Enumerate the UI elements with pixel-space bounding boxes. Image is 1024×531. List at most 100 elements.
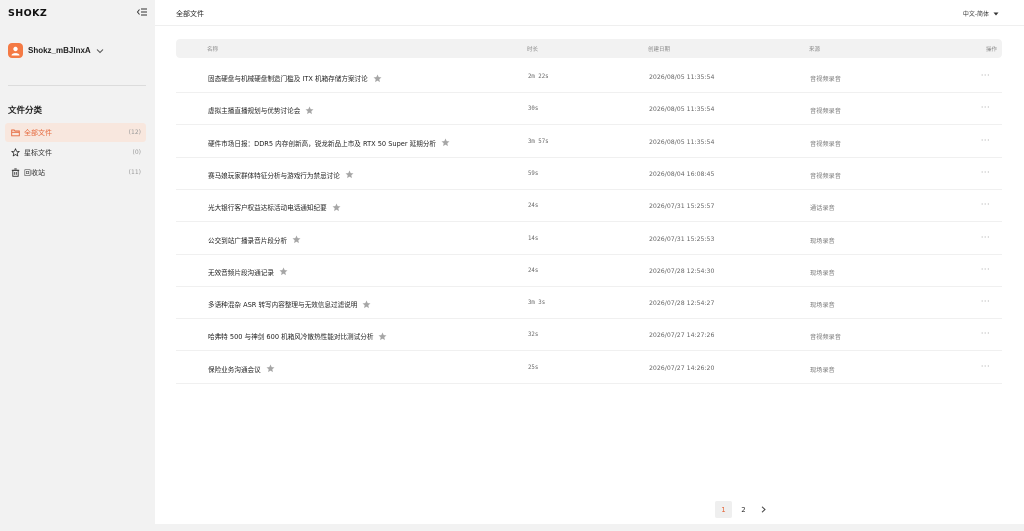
sidebar-item-count: (0) <box>132 149 142 156</box>
more-actions-icon[interactable]: ··· <box>981 265 990 274</box>
more-actions-icon[interactable]: ··· <box>981 297 990 306</box>
table-row[interactable]: 光大银行客户权益达标活动电话通知纪要 24s 2026/07/31 15:25:57… <box>176 190 1002 223</box>
column-header-duration[interactable]: 时长 <box>527 45 538 53</box>
duration: 59s <box>528 170 539 177</box>
table-row[interactable]: 固态硬盘与机械硬盘制造门槛及 ITX 机箱存储方案讨论 2m 22s 2026/08… <box>176 61 1002 93</box>
star-icon[interactable] <box>441 138 450 147</box>
main-panel: 全部文件 中文-简体 名称 时长 创建日期 来源 操作 固态硬盘与机械硬盘制造门… <box>155 0 1024 524</box>
next-page-button[interactable] <box>755 501 772 518</box>
duration: 24s <box>528 267 539 274</box>
source: 现场录音 <box>810 302 835 310</box>
duration: 32s <box>528 332 539 339</box>
more-actions-icon[interactable]: ··· <box>981 200 990 209</box>
file-name[interactable]: 固态硬盘与机械硬盘制造门槛及 ITX 机箱存储方案讨论 <box>208 73 382 83</box>
table-row[interactable]: 无效音频片段沟通记录 24s 2026/07/28 12:54:30 现场录音 ··· <box>176 255 1002 287</box>
star-icon[interactable] <box>292 235 301 244</box>
star-icon[interactable] <box>279 267 288 276</box>
table-row[interactable]: 虚拟主播直播规划与优势讨论会 30s 2026/08/05 11:35:54 音视频录… <box>176 93 1002 126</box>
more-actions-icon[interactable]: ··· <box>981 233 990 242</box>
source: 通话录音 <box>810 205 835 213</box>
more-actions-icon[interactable]: ··· <box>981 103 990 112</box>
star-icon[interactable] <box>266 364 275 373</box>
table-row[interactable]: 哈弗特 500 与神剑 600 机箱风冷散热性能对比测试分析 32s 2026/07… <box>176 319 1002 352</box>
source: 音视频录音 <box>810 108 841 116</box>
source: 音视频录音 <box>810 334 841 342</box>
source: 音视频录音 <box>810 76 841 83</box>
sidebar-item-count: (11) <box>128 169 141 176</box>
star-icon[interactable] <box>362 300 371 309</box>
file-name[interactable]: 光大银行客户权益达标活动电话通知纪要 <box>208 202 341 212</box>
more-actions-icon[interactable]: ··· <box>981 71 990 80</box>
chevron-right-icon <box>761 506 766 513</box>
table-row[interactable]: 公交到站广播录音片段分析 14s 2026/07/31 15:25:53 现场录音 ··… <box>176 223 1002 255</box>
sidebar-item-label: 回收站 <box>24 168 45 177</box>
file-name-text[interactable]: 公交到站广播录音片段分析 <box>208 235 287 245</box>
language-selector[interactable]: 中文-简体 <box>963 9 999 18</box>
created-date: 2026/08/05 11:35:54 <box>649 106 715 114</box>
source: 现场录音 <box>810 237 835 245</box>
column-header-actions: 操作 <box>985 47 997 53</box>
star-icon[interactable] <box>373 74 382 83</box>
file-name-text[interactable]: 赛马娘玩家群体特征分析与游戏行为禁忌讨论 <box>208 170 340 180</box>
file-name-text[interactable]: 无效音频片段沟通记录 <box>208 267 274 277</box>
duration: 24s <box>528 203 539 210</box>
star-icon[interactable] <box>332 203 341 212</box>
sidebar-item-starred[interactable]: 星标文件 (0) <box>5 143 146 162</box>
created-date: 2026/08/05 11:35:54 <box>649 138 715 146</box>
duration: 14s <box>528 235 539 242</box>
user-name: Shokz_mBJlnxA <box>28 46 91 55</box>
sidebar-item-label: 星标文件 <box>24 148 52 157</box>
created-date: 2026/07/27 14:26:20 <box>649 364 715 372</box>
file-name-text[interactable]: 固态硬盘与机械硬盘制造门槛及 ITX 机箱存储方案讨论 <box>208 73 368 83</box>
table-row[interactable]: 保险业务沟通会议 25s 2026/07/27 14:26:20 现场录音 ··· <box>176 352 1002 384</box>
duration: 3m 57s <box>528 138 549 145</box>
duration: 25s <box>528 364 539 371</box>
more-actions-icon[interactable]: ··· <box>981 329 990 338</box>
sidebar-item-label: 全部文件 <box>24 128 52 137</box>
more-actions-icon[interactable]: ··· <box>981 136 990 145</box>
file-name[interactable]: 赛马娘玩家群体特征分析与游戏行为禁忌讨论 <box>208 170 354 180</box>
more-actions-icon[interactable]: ··· <box>981 168 990 177</box>
star-icon[interactable] <box>305 106 314 115</box>
created-date: 2026/07/27 14:27:26 <box>649 332 715 340</box>
file-name[interactable]: 哈弗特 500 与神剑 600 机箱风冷散热性能对比测试分析 <box>208 331 387 341</box>
table-row[interactable]: 多语种混杂 ASR 转写内容整理与无效信息过滤说明 3m 3s 2026/07/28… <box>176 287 1002 320</box>
file-name[interactable]: 无效音频片段沟通记录 <box>208 267 288 277</box>
sidebar-item-all-files[interactable]: 全部文件 (12) <box>5 123 146 142</box>
file-name[interactable]: 保险业务沟通会议 <box>208 364 275 374</box>
duration: 3m 3s <box>528 300 546 307</box>
created-date: 2026/07/31 15:25:57 <box>649 203 715 211</box>
file-name[interactable]: 公交到站广播录音片段分析 <box>208 235 301 245</box>
duration: 2m 22s <box>528 74 549 80</box>
file-name-text[interactable]: 硬件市场日报：DDR5 内存创新高，锐龙新品上市及 RTX 50 Super 延… <box>208 138 436 148</box>
file-name-text[interactable]: 保险业务沟通会议 <box>208 364 261 374</box>
more-actions-icon[interactable]: ··· <box>981 362 990 371</box>
source: 音视频录音 <box>810 172 841 180</box>
source: 现场录音 <box>810 366 835 374</box>
file-name[interactable]: 虚拟主播直播规划与优势讨论会 <box>208 105 314 115</box>
column-header-created-date[interactable]: 创建日期 <box>648 45 670 53</box>
sidebar-item-count: (12) <box>128 129 141 136</box>
category-title: 文件分类 <box>8 106 43 116</box>
trash-icon <box>11 168 20 177</box>
collapse-sidebar-icon[interactable] <box>136 6 148 18</box>
table-row[interactable]: 赛马娘玩家群体特征分析与游戏行为禁忌讨论 59s 2026/08/04 16:08:… <box>176 158 1002 190</box>
star-icon[interactable] <box>378 332 387 341</box>
file-name[interactable]: 多语种混杂 ASR 转写内容整理与无效信息过滤说明 <box>208 299 371 309</box>
table-row[interactable]: 硬件市场日报：DDR5 内存创新高，锐龙新品上市及 RTX 50 Super 延… <box>176 126 1002 158</box>
file-name-text[interactable]: 光大银行客户权益达标活动电话通知纪要 <box>208 202 327 212</box>
file-name-text[interactable]: 虚拟主播直播规划与优势讨论会 <box>208 105 300 115</box>
file-name-text[interactable]: 多语种混杂 ASR 转写内容整理与无效信息过滤说明 <box>208 299 357 309</box>
duration: 30s <box>528 106 539 113</box>
page-1-button[interactable]: 1 <box>715 501 732 518</box>
column-header-name[interactable]: 名称 <box>207 45 218 53</box>
star-icon <box>11 148 20 157</box>
shokz-logo[interactable]: SHOKZ <box>8 7 47 19</box>
file-name[interactable]: 硬件市场日报：DDR5 内存创新高，锐龙新品上市及 RTX 50 Super 延… <box>208 138 450 148</box>
file-name-text[interactable]: 哈弗特 500 与神剑 600 机箱风冷散热性能对比测试分析 <box>208 331 373 341</box>
star-icon[interactable] <box>345 170 354 179</box>
page-2-button[interactable]: 2 <box>735 501 752 518</box>
sidebar-item-trash[interactable]: 回收站 (11) <box>5 163 146 182</box>
user-menu[interactable]: Shokz_mBJlnxA <box>8 43 104 58</box>
column-header-source: 来源 <box>809 47 821 53</box>
